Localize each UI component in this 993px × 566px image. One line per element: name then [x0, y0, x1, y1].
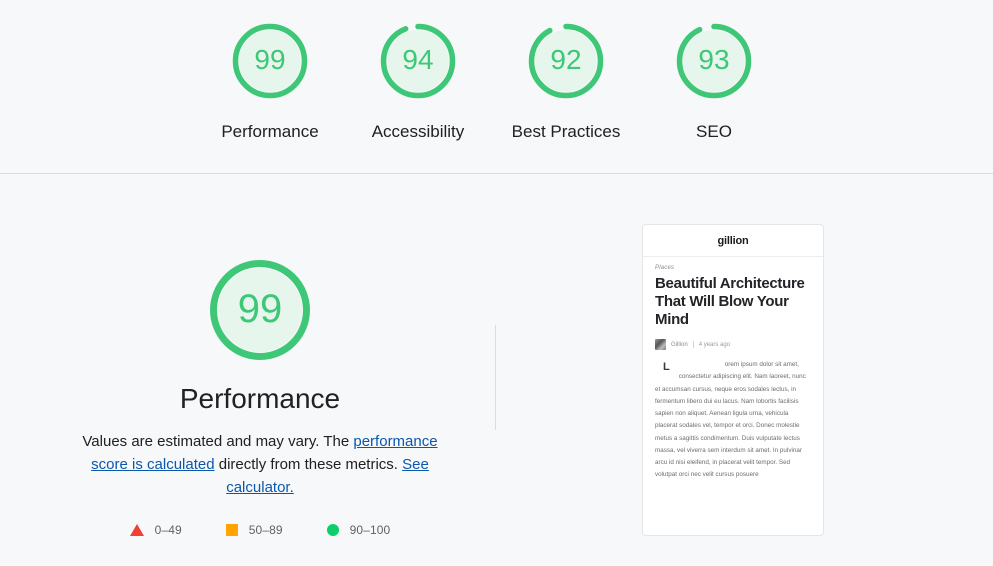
- page-title: Performance: [179, 383, 341, 414]
- description-text-1: Values are estimated and may vary. The: [82, 432, 354, 450]
- gauge-ring: 93: [670, 17, 758, 105]
- gauge-label: Best Practices: [511, 122, 621, 141]
- score-gauges-row: 99 Performance 94 Accessibility 92 Best …: [0, 0, 993, 142]
- article-body: Lorem ipsum dolor sit amet, consectetur …: [655, 359, 811, 482]
- article-headline: Beautiful Architecture That Will Blow Yo…: [655, 275, 805, 328]
- article-dropcap: L: [663, 361, 670, 373]
- legend-range-pass: 90–100: [349, 523, 391, 538]
- legend-item-average: 50–89: [225, 523, 283, 538]
- byline-separator: [692, 341, 694, 348]
- gauge-score-value: 94: [402, 44, 434, 75]
- performance-section: 99 Performance Values are estimated and …: [0, 175, 993, 566]
- performance-gauge: 99: [200, 250, 320, 370]
- summary-gauge-performance[interactable]: 99 Performance: [196, 17, 344, 142]
- gauge-label: Performance: [221, 122, 319, 141]
- score-summary-strip: 99 Performance 94 Accessibility 92 Best …: [0, 0, 993, 174]
- pass-circle-icon: [326, 524, 339, 537]
- author-name: Gillion: [671, 341, 688, 348]
- thumbnail-article: Places Beautiful Architecture That Will …: [643, 257, 823, 482]
- description-text-2: directly from these metrics.: [214, 455, 403, 473]
- thumbnail-site-header: gillion: [643, 225, 823, 257]
- gauge-score-value: 99: [254, 44, 286, 75]
- gauge-ring: 94: [374, 17, 462, 105]
- vertical-divider: [495, 325, 496, 430]
- average-square-icon: [225, 524, 238, 537]
- performance-score-value: 99: [237, 287, 283, 331]
- performance-description: Values are estimated and may vary. The p…: [65, 430, 455, 500]
- performance-score-block: 99 Performance Values are estimated and …: [0, 250, 520, 537]
- final-screenshot-thumbnail[interactable]: gillion Places Beautiful Architecture Th…: [642, 224, 824, 536]
- summary-gauge-best-practices[interactable]: 92 Best Practices: [492, 17, 640, 142]
- legend-range-fail: 0–49: [154, 523, 182, 538]
- summary-gauge-accessibility[interactable]: 94 Accessibility: [344, 17, 492, 142]
- legend-item-fail: 0–49: [129, 523, 182, 538]
- score-legend: 0–49 50–89 90–100: [129, 523, 391, 538]
- article-category: Places: [655, 265, 675, 271]
- gauge-label: Accessibility: [371, 122, 465, 141]
- article-date: 4 years ago: [698, 341, 731, 348]
- legend-range-average: 50–89: [248, 523, 283, 538]
- gauge-score-value: 92: [550, 44, 582, 75]
- summary-gauge-seo[interactable]: 93 SEO: [640, 17, 788, 142]
- fail-triangle-icon: [129, 524, 144, 537]
- gauge-label: SEO: [696, 122, 732, 141]
- article-byline: Gillion 4 years ago: [655, 339, 811, 350]
- legend-item-pass: 90–100: [326, 523, 391, 538]
- gauge-ring: 92: [522, 17, 610, 105]
- site-logo: gillion: [717, 234, 749, 247]
- gauge-score-value: 93: [698, 44, 730, 75]
- gauge-ring: 99: [226, 17, 314, 105]
- article-body-text: orem ipsum dolor sit amet, consectetur a…: [655, 361, 806, 479]
- avatar: [655, 339, 666, 350]
